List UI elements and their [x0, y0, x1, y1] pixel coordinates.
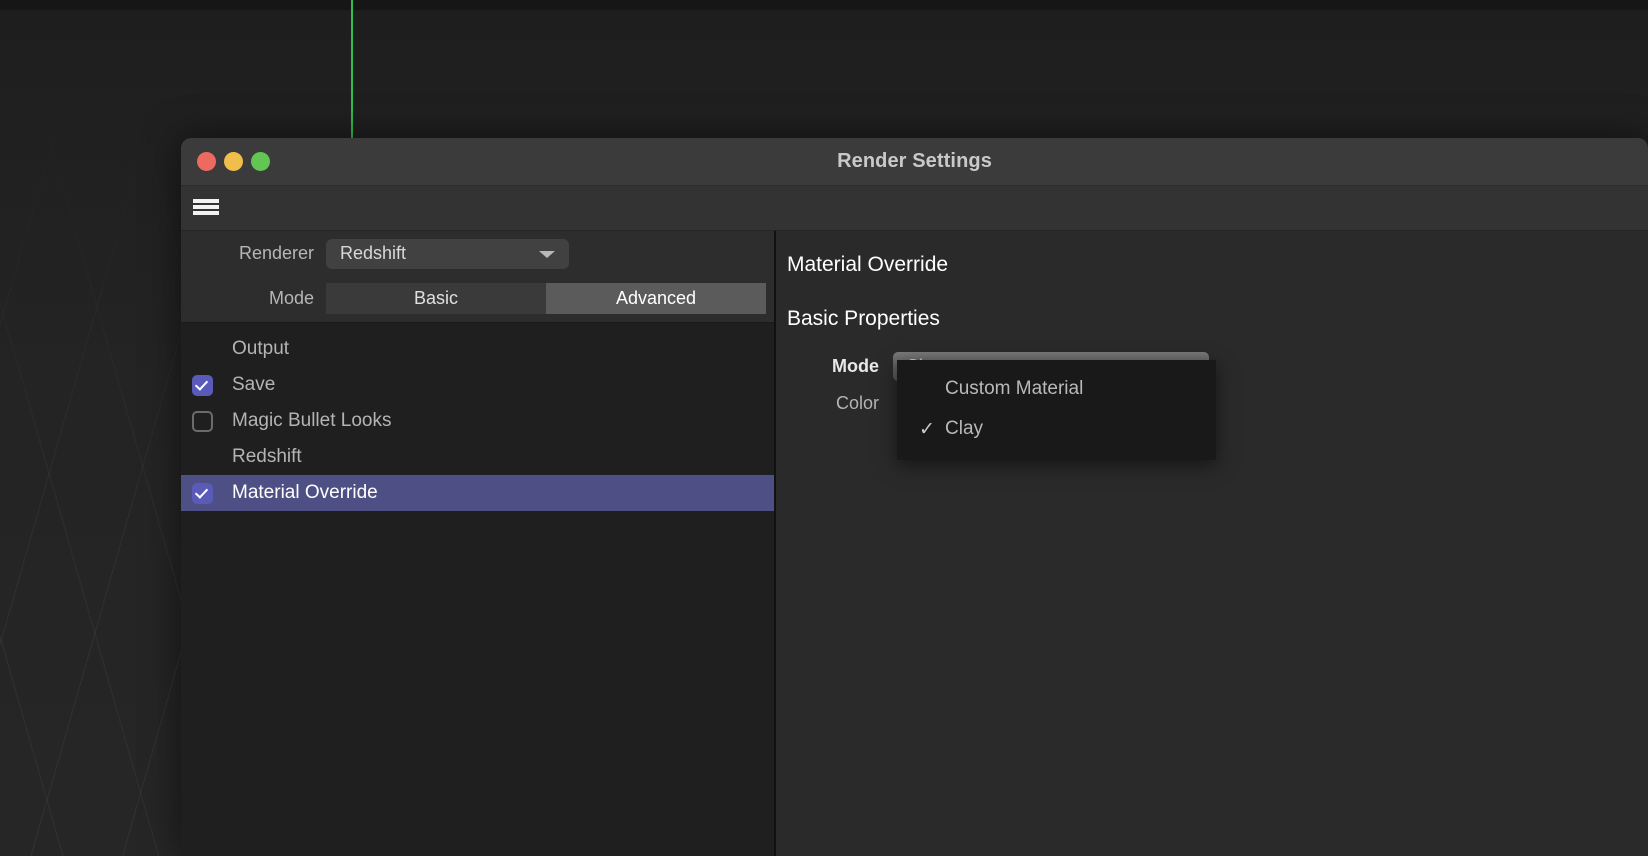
mode-label: Mode	[268, 288, 314, 308]
sidebar-item-save[interactable]: Save	[181, 367, 774, 403]
menu-item-custom-material[interactable]: Custom Material	[897, 369, 1216, 409]
sidebar-item-magic-bullet-looks[interactable]: Magic Bullet Looks	[181, 403, 774, 439]
menu-item-clay[interactable]: ✓ Clay	[897, 409, 1216, 449]
sidebar-header: Renderer Redshift Mode Basic Advanced	[181, 231, 774, 323]
sidebar-item-label: Magic Bullet Looks	[232, 410, 392, 431]
hamburger-icon[interactable]	[193, 196, 219, 218]
render-settings-window: Render Settings Renderer Redshift Mode B…	[181, 138, 1648, 856]
section-title: Basic Properties	[787, 307, 940, 330]
tab-basic[interactable]: Basic	[326, 283, 546, 314]
mode-property-label: Mode	[832, 356, 879, 376]
sidebar-item-output[interactable]: Output	[181, 331, 774, 367]
settings-detail-panel: Material Override Basic Properties Mode …	[776, 231, 1648, 856]
viewport-top-edge	[0, 0, 1648, 10]
sidebar-item-label: Redshift	[232, 446, 302, 467]
hamburger-bar	[193, 211, 219, 215]
hamburger-bar	[193, 199, 219, 203]
tab-advanced[interactable]: Advanced	[546, 283, 766, 314]
checkbox-placeholder	[192, 339, 213, 360]
hamburger-bar	[193, 205, 219, 209]
renderer-value: Redshift	[340, 243, 407, 263]
page-title: Material Override	[787, 253, 949, 276]
sidebar-item-label: Output	[232, 338, 290, 359]
sidebar-item-material-override[interactable]: Material Override	[181, 475, 774, 511]
renderer-label: Renderer	[238, 243, 314, 263]
settings-sidebar: Renderer Redshift Mode Basic Advanced Ou…	[181, 231, 776, 856]
renderer-row: Renderer Redshift	[181, 231, 774, 276]
checkbox-magic-bullet-looks[interactable]	[192, 410, 213, 432]
checkbox-placeholder	[192, 447, 213, 468]
menu-item-label: Clay	[945, 418, 984, 439]
settings-list: Output Save Magic Bullet Looks Redshift …	[181, 323, 774, 511]
window-title: Render Settings	[837, 150, 992, 172]
checkbox-save[interactable]	[192, 374, 213, 396]
mode-dropdown-menu[interactable]: Custom Material ✓ Clay	[897, 360, 1216, 460]
chevron-down-icon	[539, 250, 555, 258]
window-titlebar[interactable]: Render Settings	[181, 138, 1648, 186]
checkmark-icon: ✓	[919, 418, 935, 440]
mode-segmented-control[interactable]: Basic Advanced	[326, 283, 766, 314]
color-property-label: Color	[835, 393, 879, 413]
mode-row: Mode Basic Advanced	[181, 276, 774, 321]
window-toolbar	[181, 186, 1648, 231]
menu-item-label: Custom Material	[945, 378, 1084, 399]
sidebar-item-label: Material Override	[232, 482, 378, 503]
window-body: Renderer Redshift Mode Basic Advanced Ou…	[181, 231, 1648, 856]
renderer-dropdown[interactable]: Redshift	[326, 238, 569, 269]
sidebar-item-redshift[interactable]: Redshift	[181, 439, 774, 475]
sidebar-item-label: Save	[232, 374, 276, 395]
viewport-green-axis-line	[351, 0, 353, 148]
checkbox-material-override[interactable]	[192, 482, 213, 504]
